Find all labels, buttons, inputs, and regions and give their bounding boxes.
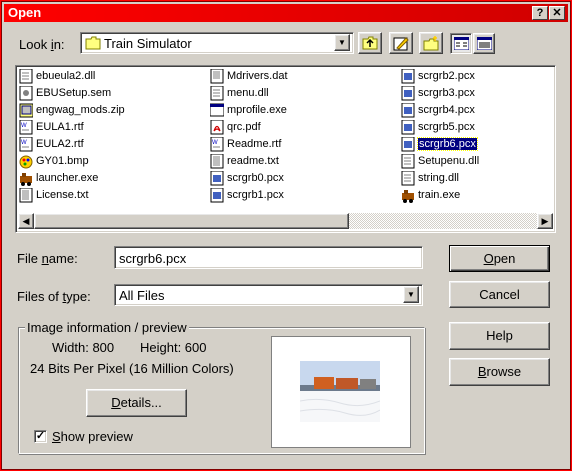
list-item[interactable]: scrgrb2.pcx: [400, 68, 479, 85]
list-item[interactable]: Mdrivers.dat: [209, 68, 288, 85]
filename-label: File name:: [17, 251, 78, 266]
lookin-label: Look in:: [19, 37, 65, 52]
open-button[interactable]: Open: [449, 245, 550, 272]
dll-file-icon: [401, 154, 415, 169]
details-button[interactable]: Details...: [86, 389, 187, 417]
list-item[interactable]: GY01.bmp: [18, 153, 125, 170]
list-item[interactable]: launcher.exe: [18, 170, 125, 187]
pcx-image-icon: [401, 69, 415, 84]
show-preview-label: Show preview: [52, 429, 133, 444]
favorites-button[interactable]: [389, 32, 413, 54]
edit-icon: [393, 37, 409, 51]
list-item[interactable]: W Readme.rtf: [209, 136, 288, 153]
scroll-right-button[interactable]: ▶: [537, 213, 553, 229]
scroll-left-button[interactable]: ◀: [18, 213, 34, 229]
list-item-selected[interactable]: scrgrb6.pcx: [400, 136, 479, 153]
new-folder-button[interactable]: [419, 32, 443, 54]
file-column-2: Mdrivers.dat menu.dll mprofile.exe qrc.p…: [209, 68, 288, 204]
details-view-icon: [477, 37, 492, 50]
svg-text:W: W: [212, 140, 218, 146]
file-column-1: ebueula2.dll EBUSetup.sem engwag_mods.zi…: [18, 68, 125, 204]
dll-file-icon: [210, 86, 224, 101]
help-button[interactable]: Help: [449, 322, 550, 350]
list-view-icon: [454, 37, 469, 50]
list-item[interactable]: scrgrb3.pcx: [400, 85, 479, 102]
system-file-icon: [19, 86, 33, 101]
browse-button[interactable]: Browse: [449, 358, 550, 386]
list-item[interactable]: scrgrb4.pcx: [400, 102, 479, 119]
file-column-3: scrgrb2.pcx scrgrb3.pcx scrgrb4.pcx scrg…: [400, 68, 479, 204]
text-file-icon: [19, 188, 33, 203]
preview-group-label: Image information / preview: [25, 320, 189, 335]
dll-file-icon: [19, 69, 33, 84]
list-item[interactable]: scrgrb5.pcx: [400, 119, 479, 136]
launcher-app-icon: [20, 173, 32, 186]
preview-image: [300, 361, 380, 422]
image-width: Width: 800: [52, 340, 115, 355]
pcx-image-icon: [210, 171, 224, 186]
list-item[interactable]: train.exe: [400, 187, 479, 204]
lookin-dropdown-button[interactable]: ▼: [334, 34, 350, 51]
pcx-image-icon: [401, 137, 415, 152]
list-item[interactable]: engwag_mods.zip: [18, 102, 125, 119]
train-app-icon: [402, 190, 414, 203]
filename-value: scrgrb6.pcx: [119, 251, 187, 266]
cancel-button[interactable]: Cancel: [449, 281, 550, 308]
show-preview-checkbox[interactable]: ✓: [34, 430, 47, 443]
list-item[interactable]: qrc.pdf: [209, 119, 288, 136]
filetype-value: All Files: [119, 288, 165, 303]
paint-bitmap-icon: [19, 155, 33, 169]
list-item[interactable]: EBUSetup.sem: [18, 85, 125, 102]
help-title-button[interactable]: ?: [532, 6, 548, 20]
list-item[interactable]: scrgrb1.pcx: [209, 187, 288, 204]
title-bar[interactable]: Open ? ✕: [4, 4, 568, 22]
list-item[interactable]: ebueula2.dll: [18, 68, 125, 85]
rtf-file-icon: W: [210, 137, 224, 152]
rtf-file-icon: W: [19, 120, 33, 135]
svg-text:W: W: [21, 140, 27, 146]
lookin-value: Train Simulator: [104, 36, 192, 51]
list-item[interactable]: mprofile.exe: [209, 102, 288, 119]
zip-file-icon: [19, 103, 33, 118]
dialog-title: Open: [8, 5, 42, 20]
new-folder-icon: [423, 36, 439, 51]
pcx-image-icon: [401, 86, 415, 101]
dll-file-icon: [401, 171, 415, 186]
filetype-dropdown-button[interactable]: ▼: [403, 286, 419, 303]
list-item[interactable]: Setupenu.dll: [400, 153, 479, 170]
horizontal-scrollbar[interactable]: ◀ ▶: [18, 213, 553, 229]
list-item[interactable]: string.dll: [400, 170, 479, 187]
svg-text:W: W: [21, 123, 27, 129]
scroll-thumb[interactable]: [34, 213, 349, 229]
image-height: Height: 600: [140, 340, 207, 355]
pcx-image-icon: [210, 188, 224, 203]
details-view-button[interactable]: [473, 33, 495, 54]
lookin-combo[interactable]: Train Simulator ▼: [80, 32, 354, 54]
list-item[interactable]: readme.txt: [209, 153, 288, 170]
list-item[interactable]: License.txt: [18, 187, 125, 204]
folder-icon: [85, 36, 101, 50]
filename-input[interactable]: scrgrb6.pcx: [114, 246, 423, 269]
dat-file-icon: [210, 69, 224, 84]
list-item[interactable]: scrgrb0.pcx: [209, 170, 288, 187]
up-folder-icon: [362, 36, 378, 50]
pdf-file-icon: [210, 120, 224, 135]
file-list[interactable]: ebueula2.dll EBUSetup.sem engwag_mods.zi…: [15, 65, 556, 233]
list-item[interactable]: menu.dll: [209, 85, 288, 102]
up-one-level-button[interactable]: [358, 32, 382, 54]
pcx-image-icon: [401, 103, 415, 118]
text-file-icon: [210, 154, 224, 169]
filetype-label: Files of type:: [17, 289, 91, 304]
pcx-image-icon: [401, 120, 415, 135]
image-bits: 24 Bits Per Pixel (16 Million Colors): [30, 361, 234, 376]
exe-file-icon: [210, 103, 224, 117]
list-item[interactable]: W EULA2.rtf: [18, 136, 125, 153]
close-button[interactable]: ✕: [549, 6, 565, 20]
preview-pane: [271, 336, 411, 448]
rtf-file-icon: W: [19, 137, 33, 152]
list-item[interactable]: W EULA1.rtf: [18, 119, 125, 136]
filetype-select[interactable]: All Files ▼: [114, 284, 423, 306]
list-view-button[interactable]: [450, 33, 472, 54]
